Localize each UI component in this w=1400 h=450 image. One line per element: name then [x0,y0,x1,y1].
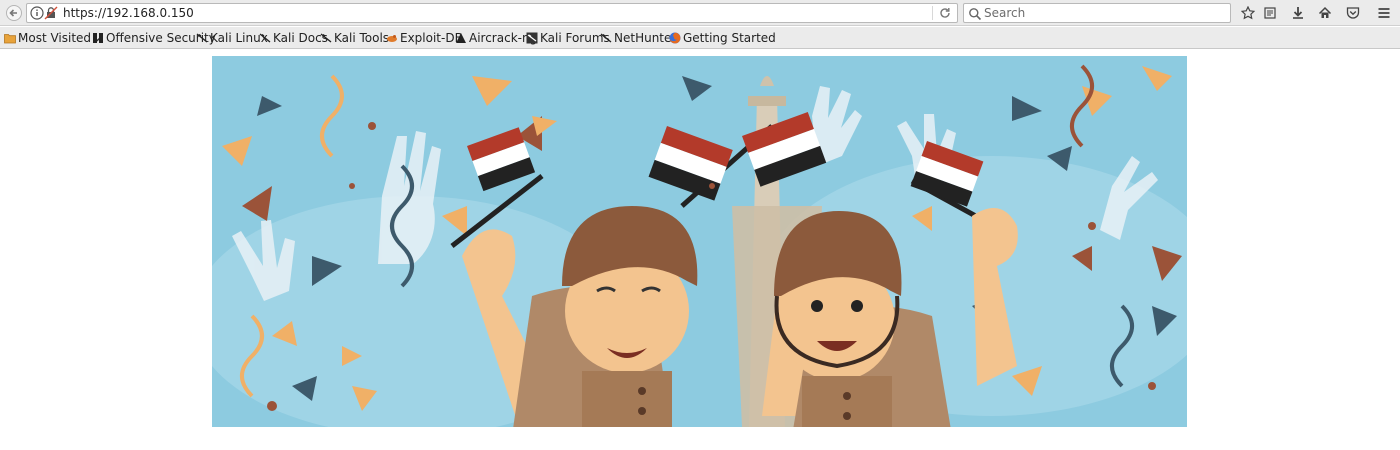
aircrack-icon [456,33,466,43]
bookmarks-toolbar: Most Visited Offensive Security Kali Lin… [0,27,1400,49]
menu-icon [1378,8,1390,18]
bookmark-label: NetHunter [614,31,677,45]
url-text[interactable]: https://192.168.0.150 [63,6,194,20]
reload-button[interactable] [937,5,953,21]
reading-list-icon [1264,7,1276,19]
search-icon [969,8,982,21]
bookmark-nethunter[interactable]: NetHunter [600,30,676,46]
page-content [0,50,1400,450]
firefox-icon [669,32,681,44]
offsec-icon [93,33,103,43]
bookmark-label: Kali Tools [334,31,390,45]
bookmark-label: Most Visited [18,31,92,45]
celebration-banner-image [212,56,1187,427]
celebration-illustration [212,56,1187,427]
pocket-button[interactable] [1342,3,1364,23]
bookmark-most-visited[interactable]: Most Visited [4,30,102,46]
bookmark-exploit-db[interactable]: Exploit-DB [386,30,463,46]
back-button[interactable] [4,3,24,23]
bookmark-kali-docs[interactable]: Kali Docs [259,30,328,46]
bookmark-aircrack-ng[interactable]: Aircrack-ng [455,30,537,46]
exploit-db-icon [387,35,397,42]
menu-button[interactable] [1373,3,1395,23]
url-bar[interactable]: https://192.168.0.150 [26,3,958,23]
kali-dragon-icon [600,33,612,43]
search-bar[interactable] [963,3,1231,23]
url-separator [932,6,933,20]
reload-icon [940,8,950,18]
star-icon [1241,6,1255,20]
kali-dragon-icon [320,33,332,43]
bookmark-kali-tools[interactable]: Kali Tools [320,30,389,46]
bookmark-kali-linux[interactable]: Kali Linux [196,30,268,46]
navigation-toolbar: https://192.168.0.150 [0,0,1400,26]
info-icon[interactable] [30,6,44,20]
bookmark-label: Getting Started [683,31,776,45]
kali-dragon-icon [259,33,271,43]
pocket-icon [1346,7,1360,19]
bookmark-label: Exploit-DB [400,31,463,45]
bookmark-star-button[interactable] [1237,3,1259,23]
download-icon [1293,7,1303,19]
folder-icon [4,34,16,44]
kali-forums-icon [526,32,538,44]
kali-dragon-icon [196,33,208,43]
back-arrow-icon [6,5,22,21]
reading-list-button[interactable] [1259,3,1281,23]
downloads-button[interactable] [1287,3,1309,23]
insecure-lock-icon[interactable] [44,6,58,20]
home-icon [1318,6,1332,18]
home-button[interactable] [1314,3,1336,23]
search-input[interactable] [984,5,1224,21]
bookmark-kali-forums[interactable]: Kali Forums [526,30,610,46]
bookmark-getting-started[interactable]: Getting Started [669,30,776,46]
